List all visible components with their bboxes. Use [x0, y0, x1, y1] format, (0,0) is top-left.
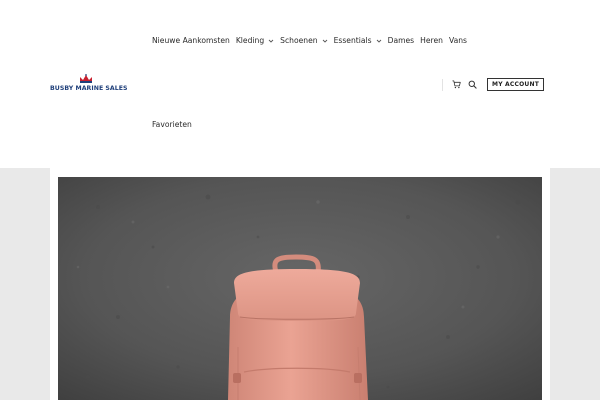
nav-item-label: Essentials	[333, 36, 372, 45]
nav-item-label: Schoenen	[280, 36, 318, 45]
nav-item-schoenen[interactable]: Schoenen	[280, 36, 327, 45]
nav-item-favorieten[interactable]: Favorieten	[152, 120, 192, 129]
cart-icon	[452, 80, 461, 89]
nav-item-essentials[interactable]: Essentials	[334, 36, 382, 45]
nav-item-kleding[interactable]: Kleding	[236, 36, 274, 45]
backpack-photo	[58, 177, 542, 400]
nav-item-dames[interactable]: Dames	[388, 36, 415, 45]
nav-item-vans[interactable]: Vans	[449, 36, 467, 45]
chevron-down-icon	[376, 39, 381, 43]
divider	[442, 78, 444, 91]
crown-logo-icon	[80, 74, 92, 83]
search-icon	[468, 80, 477, 89]
nav-item-nieuwe-aankomsten[interactable]: Nieuwe Aankomsten	[152, 36, 230, 45]
nav-item-label: Dames	[387, 36, 415, 45]
search-button[interactable]	[467, 79, 478, 90]
nav-item-label: Nieuwe Aankomsten	[152, 36, 230, 45]
main-nav: Nieuwe Aankomsten Kleding Schoenen Essen…	[152, 36, 473, 45]
cart-button[interactable]	[451, 79, 462, 90]
hero-image	[58, 177, 542, 400]
brand-name: BUSBY MARINE SALES	[50, 85, 128, 92]
brand-logo[interactable]: BUSBY MARINE SALES	[50, 74, 128, 96]
chevron-down-icon	[322, 39, 327, 43]
nav-item-label: Kleding	[235, 36, 265, 45]
site-header: BUSBY MARINE SALES Nieuwe Aankomsten Kle…	[0, 0, 600, 168]
header-actions: MY ACCOUNT	[442, 78, 544, 91]
chevron-down-icon	[268, 39, 274, 43]
nav-item-label: Vans	[448, 36, 467, 45]
nav-item-heren[interactable]: Heren	[420, 36, 443, 45]
my-account-button[interactable]: MY ACCOUNT	[487, 78, 544, 91]
nav-item-label: Heren	[420, 36, 443, 45]
